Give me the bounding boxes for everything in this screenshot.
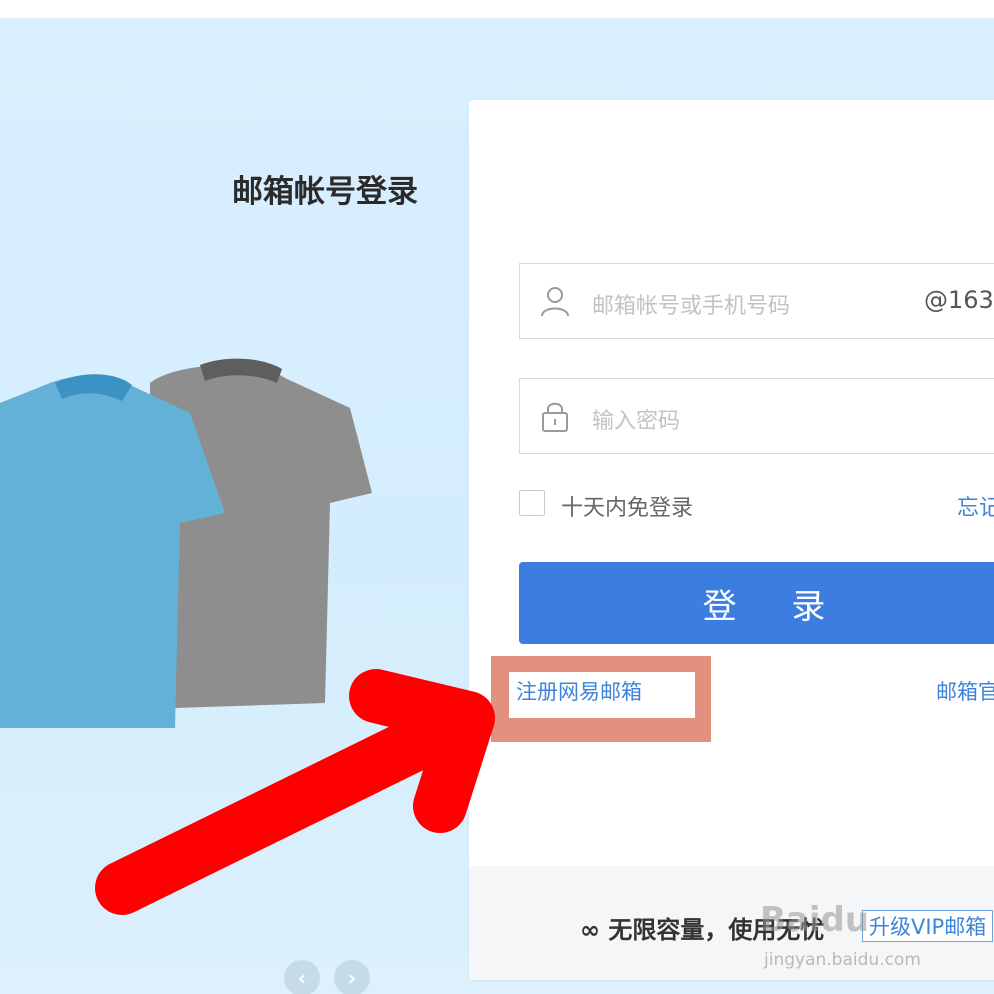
register-link[interactable]: 注册网易邮箱: [516, 676, 642, 706]
forgot-password-link[interactable]: 忘记: [957, 490, 994, 522]
tshirts-image: [0, 358, 372, 728]
login-button[interactable]: 登 录: [519, 562, 994, 644]
vip-link[interactable]: 邮箱官: [936, 676, 994, 706]
domain-suffix: @163: [924, 286, 994, 314]
user-icon: [541, 287, 569, 317]
lock-icon: [542, 402, 568, 432]
password-input[interactable]: 输入密码: [519, 378, 994, 454]
baidu-watermark-url: jingyan.baidu.com: [764, 950, 921, 970]
carousel-controls: ‹ ›: [284, 960, 370, 994]
vip-upgrade-link[interactable]: 升级VIP邮箱: [862, 910, 994, 942]
remember-checkbox[interactable]: [519, 490, 545, 516]
login-title: 邮箱帐号登录: [232, 174, 418, 210]
prev-arrow-icon[interactable]: ‹: [284, 960, 320, 994]
remember-row: 十天内免登录 忘记: [519, 490, 994, 522]
account-placeholder: 邮箱帐号或手机号码: [592, 294, 791, 319]
account-input[interactable]: 邮箱帐号或手机号码 @163: [519, 263, 994, 339]
login-panel: [469, 100, 994, 980]
baidu-watermark-logo: Baidu: [760, 900, 870, 940]
remember-label: 十天内免登录: [561, 496, 694, 521]
next-arrow-icon[interactable]: ›: [334, 960, 370, 994]
password-placeholder: 输入密码: [592, 409, 681, 434]
